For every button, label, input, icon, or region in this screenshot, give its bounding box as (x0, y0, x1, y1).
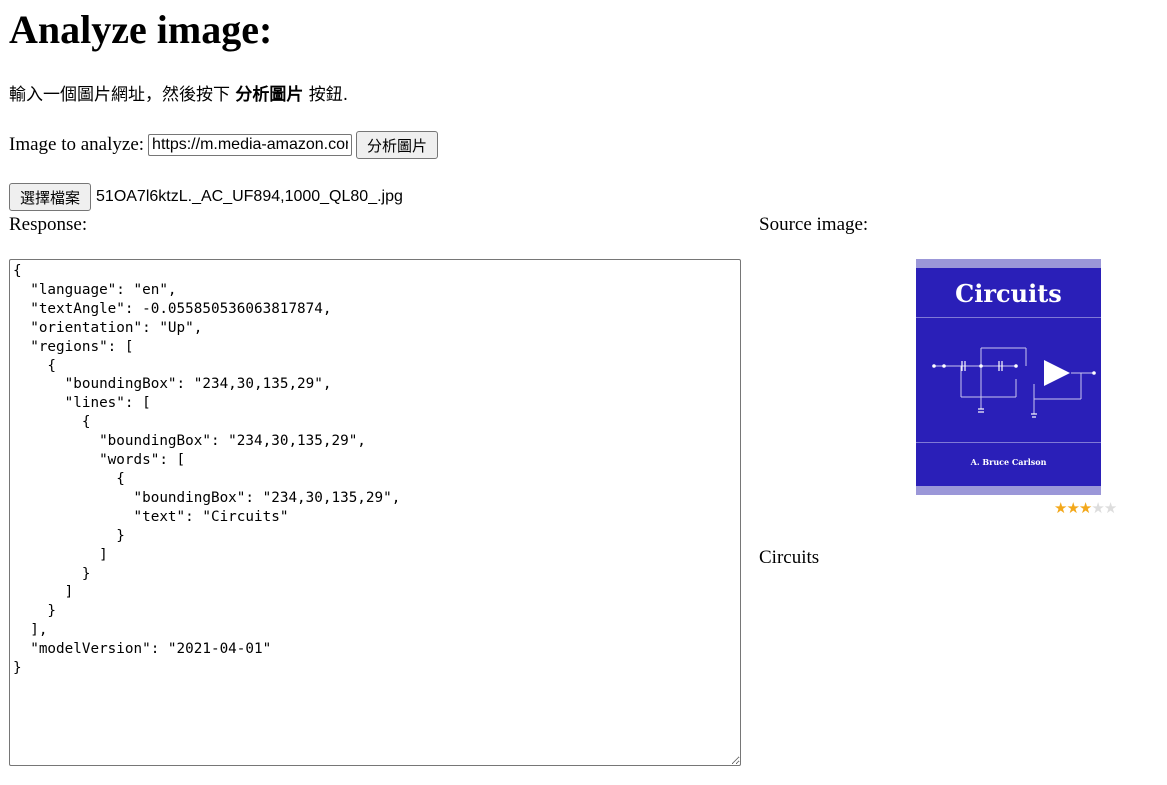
cover-rule-bottom (916, 442, 1101, 443)
cover-rule-top (916, 317, 1101, 318)
star-empty-icon: ★ (1091, 499, 1104, 517)
instruction-text: 輸入一個圖片網址，然後按下 分析圖片 按鈕. (9, 82, 348, 108)
cover-title: Circuits (955, 279, 1062, 308)
instruction-suffix: 按鈕. (303, 85, 349, 105)
cover-band-bottom (916, 486, 1101, 495)
response-label: Response: (9, 214, 88, 235)
page-title: Analyze image: (9, 7, 273, 52)
cover-band-top (916, 259, 1101, 268)
star-empty-icon: ★ (1103, 499, 1117, 517)
image-caption: Circuits (759, 547, 820, 568)
circuit-diagram-icon (932, 347, 1096, 418)
star-icon: ★ (1066, 499, 1079, 517)
url-label: Image to analyze: (9, 134, 145, 155)
analyze-button[interactable]: 分析圖片 (356, 131, 439, 159)
source-image-label: Source image: (759, 214, 869, 235)
instruction-bold: 分析圖片 (235, 85, 304, 105)
choose-file-button[interactable]: 選擇檔案 (9, 183, 92, 211)
star-icon: ★ (1078, 499, 1092, 517)
image-url-input[interactable] (148, 134, 353, 156)
source-image: Circuits A. Bruce Carlson (916, 259, 1101, 495)
url-row: Image to analyze: 分析圖片 (9, 131, 439, 159)
star-rating: ★★★★★ (1054, 500, 1126, 516)
file-row: 選擇檔案 51OA7l6ktzL._AC_UF894,1000_QL80_.jp… (9, 183, 403, 211)
star-icon: ★ (1054, 499, 1067, 517)
file-name: 51OA7l6ktzL._AC_UF894,1000_QL80_.jpg (96, 188, 403, 205)
instruction-prefix: 輸入一個圖片網址，然後按下 (9, 85, 236, 105)
cover-author: A. Bruce Carlson (970, 457, 1047, 467)
response-textarea[interactable]: { "language": "en", "textAngle": -0.0558… (9, 259, 741, 766)
